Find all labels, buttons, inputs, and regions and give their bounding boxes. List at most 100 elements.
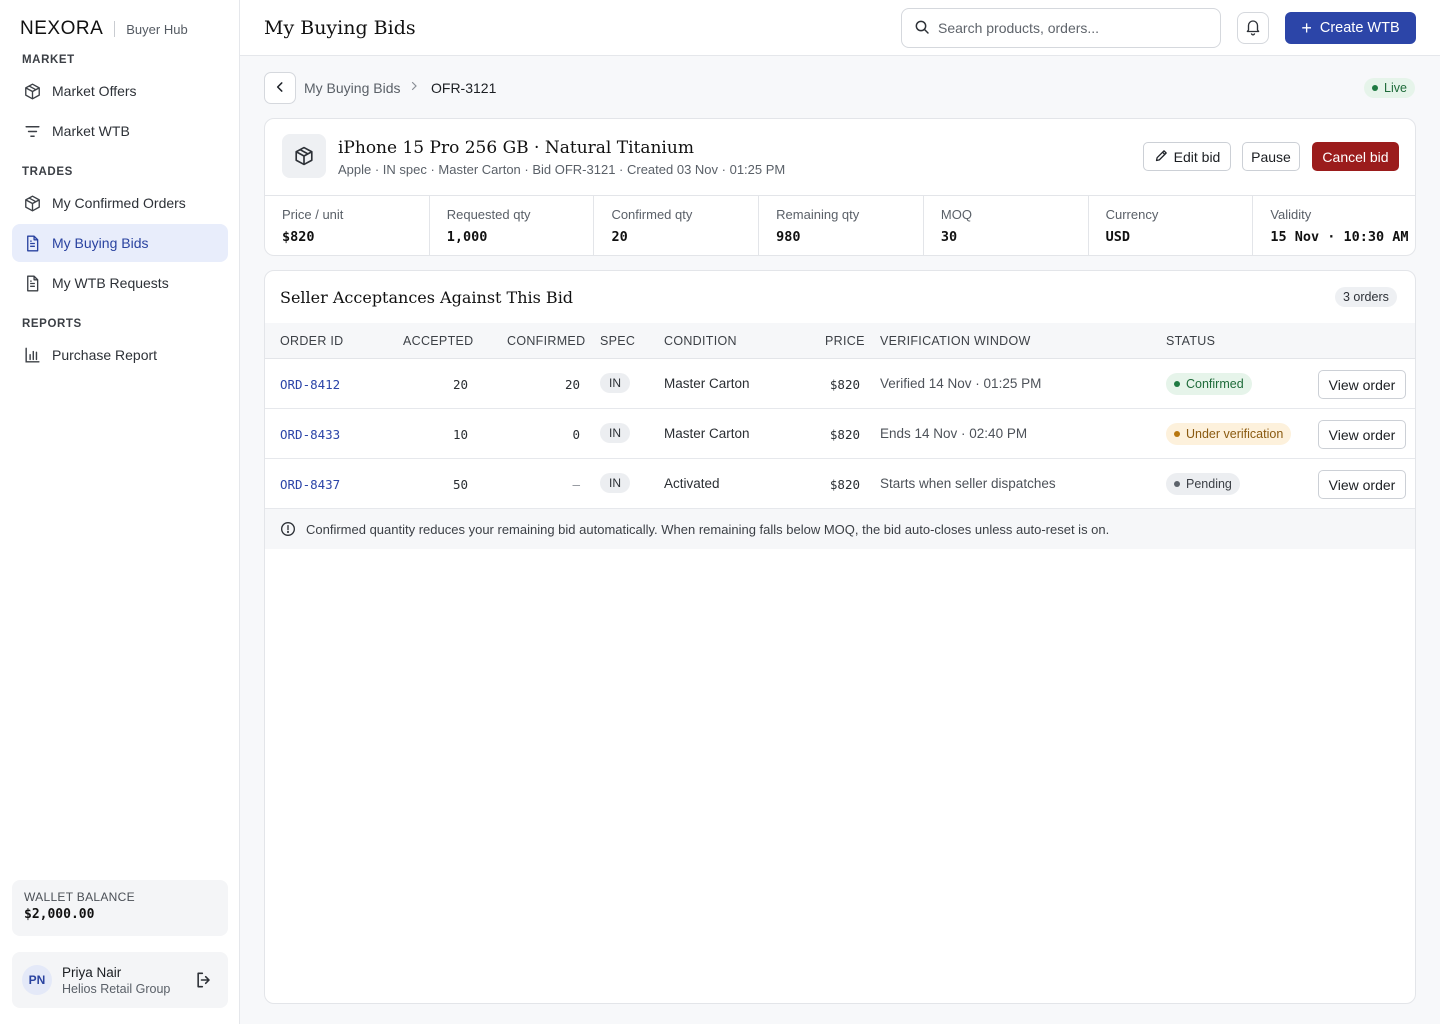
table-row: ORD-8412 20 20 IN Master Carton $820 Ver… [265, 359, 1415, 409]
column-header: VERIFICATION WINDOW [880, 334, 1031, 348]
table-header: ORDER ID ACCEPTED CONFIRMED SPEC CONDITI… [265, 323, 1415, 359]
section-title: Seller Acceptances Against This Bid [280, 288, 574, 307]
nav-section-reports: REPORTS [22, 318, 82, 330]
brand-subtitle: Buyer Hub [126, 21, 188, 37]
status-label: Under verification [1186, 427, 1284, 441]
info-note-text: Confirmed quantity reduces your remainin… [306, 521, 1110, 537]
user-card: PN Priya Nair Helios Retail Group [12, 952, 228, 1008]
edit-bid-button[interactable]: Edit bid [1143, 142, 1231, 171]
sidebar-item-market-wtb[interactable]: Market WTB [12, 112, 228, 150]
confirmed-qty: – [572, 477, 580, 492]
acceptances-card: Seller Acceptances Against This Bid 3 or… [264, 270, 1416, 1004]
cancel-bid-button[interactable]: Cancel bid [1312, 142, 1399, 171]
topbar: My Buying Bids + Create WTB [240, 0, 1440, 56]
sidebar-item-purchase-report[interactable]: Purchase Report [12, 336, 228, 374]
order-id-link[interactable]: ORD-8437 [280, 477, 340, 492]
filter-icon [22, 121, 42, 141]
sidebar-item-label: My Buying Bids [52, 235, 149, 251]
nav-section-trades: TRADES [22, 166, 73, 178]
column-header: PRICE [825, 334, 865, 348]
sidebar-item-my-confirmed-orders[interactable]: My Confirmed Orders [12, 184, 228, 222]
condition: Activated [664, 476, 720, 491]
view-order-button[interactable]: View order [1318, 420, 1406, 449]
sidebar: NEXORA Buyer Hub MARKET Market Offers Ma… [0, 0, 240, 1024]
status-label: Confirmed [1186, 377, 1244, 391]
logout-icon[interactable] [192, 968, 216, 992]
status-badge: Confirmed [1166, 373, 1252, 395]
price: $820 [829, 477, 860, 492]
create-wtb-button[interactable]: + Create WTB [1285, 12, 1416, 44]
user-org: Helios Retail Group [62, 981, 171, 996]
sidebar-item-label: Market Offers [52, 83, 137, 99]
accepted-qty: 10 [452, 427, 468, 442]
bar-chart-icon [22, 345, 42, 365]
cube-icon [22, 81, 42, 101]
brand[interactable]: NEXORA Buyer Hub [20, 18, 188, 40]
sidebar-item-label: Market WTB [52, 123, 130, 139]
column-header: STATUS [1166, 334, 1216, 348]
bid-summary-card: iPhone 15 Pro 256 GB · Natural Titanium … [264, 118, 1416, 256]
stat-label: Confirmed qty [611, 207, 693, 222]
plus-icon: + [1301, 18, 1312, 38]
stat-value: $820 [282, 229, 315, 245]
order-id-link[interactable]: ORD-8412 [280, 377, 340, 392]
status-badge: Live [1364, 78, 1415, 98]
breadcrumb-parent[interactable]: My Buying Bids [304, 80, 400, 96]
stat-value: USD [1105, 229, 1130, 245]
search-box[interactable] [901, 8, 1221, 48]
document-icon [22, 273, 42, 293]
stat-requested-qty: Requested qty 1,000 [430, 196, 595, 255]
status-dot-icon [1372, 85, 1378, 91]
table-row: ORD-8437 50 – IN Activated $820 Starts w… [265, 459, 1415, 509]
confirmed-qty: 0 [572, 427, 580, 442]
verification-window: Starts when seller dispatches [880, 476, 1056, 491]
cube-icon [22, 193, 42, 213]
stat-remaining-qty: Remaining qty 980 [759, 196, 924, 255]
verification-window: Ends 14 Nov · 02:40 PM [880, 426, 1028, 441]
order-id-link[interactable]: ORD-8433 [280, 427, 340, 442]
chevron-left-icon [273, 80, 287, 97]
stat-value: 20 [611, 229, 628, 245]
breadcrumb-current: OFR-3121 [431, 80, 497, 96]
stat-price: Price / unit $820 [265, 196, 430, 255]
stat-label: Currency [1105, 207, 1159, 222]
package-icon [282, 134, 326, 178]
stat-value: 15 Nov · 10:30 AM [1270, 229, 1409, 245]
product-title: iPhone 15 Pro 256 GB · Natural Titanium [338, 138, 694, 158]
info-icon [280, 521, 296, 537]
sidebar-item-my-buying-bids[interactable]: My Buying Bids [12, 224, 228, 262]
brand-divider [114, 21, 116, 37]
stat-label: Price / unit [282, 207, 344, 222]
back-button[interactable] [264, 72, 296, 104]
column-header: ACCEPTED [403, 334, 474, 348]
status-dot-icon [1174, 381, 1180, 387]
sidebar-item-market-offers[interactable]: Market Offers [12, 72, 228, 110]
stat-label: Validity [1270, 207, 1312, 222]
notifications-button[interactable] [1237, 12, 1269, 44]
view-order-button[interactable]: View order [1318, 370, 1406, 399]
spec-chip: IN [600, 423, 630, 443]
stat-value: 30 [940, 229, 958, 245]
status-label: Live [1384, 81, 1407, 95]
pencil-icon [1154, 148, 1174, 166]
page-title: My Buying Bids [264, 17, 416, 39]
accepted-qty: 50 [452, 477, 468, 492]
table-row: ORD-8433 10 0 IN Master Carton $820 Ends… [265, 409, 1415, 459]
condition: Master Carton [664, 426, 750, 441]
nav-section-market: MARKET [22, 54, 75, 66]
stat-label: Requested qty [446, 207, 531, 222]
status-badge: Under verification [1166, 423, 1292, 445]
create-wtb-label: Create WTB [1319, 20, 1400, 36]
search-input[interactable] [938, 20, 1208, 36]
confirmed-qty: 20 [564, 377, 580, 392]
stat-value: 1,000 [446, 229, 488, 245]
pause-button[interactable]: Pause [1242, 142, 1300, 171]
view-order-button[interactable]: View order [1318, 470, 1406, 499]
price: $820 [829, 427, 860, 442]
status-badge: Pending [1166, 473, 1240, 495]
column-header: SPEC [600, 334, 636, 348]
accepted-qty: 20 [452, 377, 468, 392]
sidebar-item-my-wtb-requests[interactable]: My WTB Requests [12, 264, 228, 302]
column-header: CONFIRMED [507, 334, 586, 348]
status-dot-icon [1174, 431, 1180, 437]
